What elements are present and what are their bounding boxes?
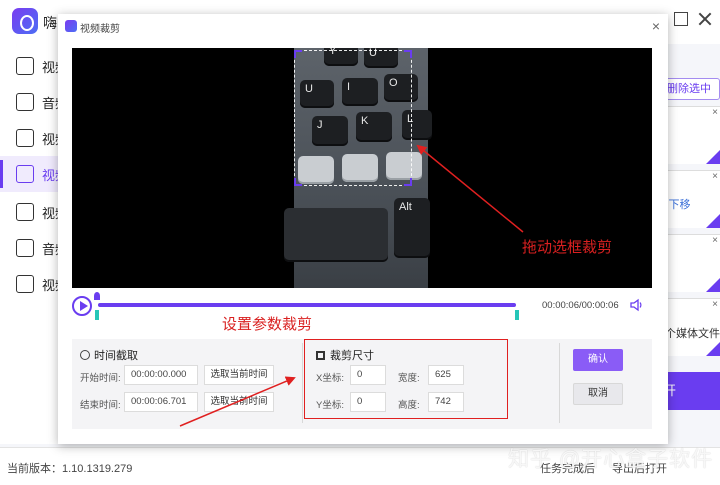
timeline-track[interactable] [98,303,516,307]
crop-params-highlight-box [304,339,508,419]
divider [302,343,303,423]
volume-icon[interactable] [630,298,644,312]
crop-selection-box[interactable] [294,50,412,186]
timecode-display: 00:00:06/00:00:06 [542,300,619,311]
crop-plus-icon [16,165,34,183]
crop-handle-bottom-right[interactable] [404,178,412,186]
start-time-input[interactable]: 00:00:00.000 [124,365,198,385]
clock-icon [80,350,90,360]
media-count-label: 个媒体文件 [665,328,720,340]
close-icon[interactable]: × [712,107,718,118]
crop-handle-bottom-left[interactable] [294,178,302,186]
watermark: 知乎 @开心盒子软件 [508,448,714,471]
params-hint-annotation: 设置参数裁剪 [222,315,313,333]
maximize-icon[interactable] [674,12,688,26]
list-item[interactable]: × [660,234,720,292]
selected-corner-icon [706,150,720,164]
close-icon[interactable]: × [712,235,718,246]
select-current-end-button[interactable]: 选取当前时间 [204,392,274,412]
film-icon [16,57,34,75]
trim-start-handle[interactable] [95,310,99,320]
cancel-button[interactable]: 取消 [573,383,623,405]
confirm-button[interactable]: 确认 [573,349,623,371]
app-title: 嗨 [43,15,57,31]
image-edit-icon [16,129,34,147]
version-label: 当前版本：1.10.1319.279 [7,463,133,475]
time-section-title: 时间截取 [94,350,138,362]
close-icon[interactable] [698,12,712,26]
delete-selected-button[interactable]: 删除选中 [660,78,720,100]
crop-handle-top-right[interactable] [404,50,412,58]
selected-corner-icon [706,342,720,356]
dialog-header: 视频裁剪 × [58,14,668,38]
waveform-split-icon [16,203,34,221]
app-logo-icon [65,20,77,32]
close-icon[interactable]: × [652,18,660,34]
dialog-title: 视频裁剪 [80,24,120,35]
end-time-label: 结束时间: [80,400,121,411]
time-section-header: 时间截取 [80,347,138,363]
play-button[interactable] [72,296,92,316]
window-controls [674,12,712,26]
start-time-label: 开始时间: [80,373,121,384]
list-item[interactable]: × [660,106,720,164]
app-logo-icon [12,8,38,34]
selected-corner-icon [706,278,720,292]
keyboard-key: Alt [394,198,430,258]
timeline-playhead[interactable] [94,292,100,300]
close-icon[interactable]: × [712,171,718,182]
gif-icon [16,275,34,293]
selected-corner-icon [706,214,720,228]
divider [559,343,560,423]
crop-handle-top-left[interactable] [294,50,302,58]
end-time-input[interactable]: 00:00:06.701 [124,392,198,412]
audio-bars-icon [16,239,34,257]
close-icon[interactable]: × [712,299,718,310]
select-current-start-button[interactable]: 选取当前时间 [204,365,274,385]
drag-hint-annotation: 拖动选框裁剪 [522,238,613,256]
keyboard-spacebar [284,208,388,262]
trim-end-handle[interactable] [515,310,519,320]
speaker-icon [16,93,34,111]
